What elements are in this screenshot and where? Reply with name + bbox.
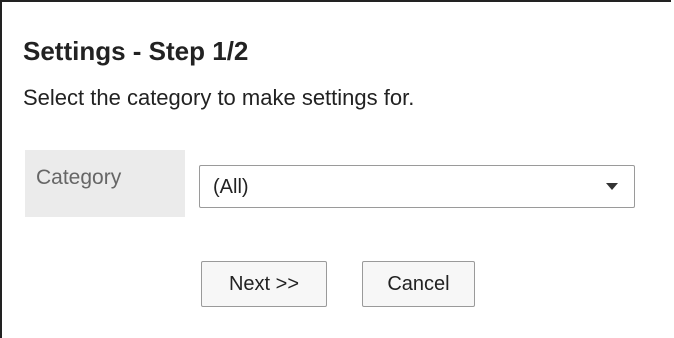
dropdown-arrow-icon [606, 183, 618, 190]
page-title: Settings - Step 1/2 [23, 36, 249, 66]
next-button[interactable]: Next >> [201, 261, 327, 307]
category-select-value: (All) [213, 176, 249, 198]
category-select[interactable]: (All) [199, 165, 635, 208]
cancel-button[interactable]: Cancel [362, 261, 475, 307]
category-label-text: Category [36, 166, 122, 189]
page-description: Select the category to make settings for… [23, 85, 415, 110]
category-label: Category [25, 150, 185, 217]
